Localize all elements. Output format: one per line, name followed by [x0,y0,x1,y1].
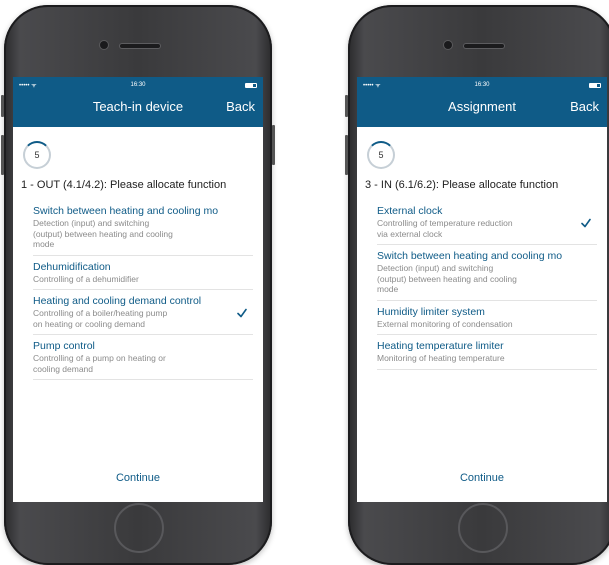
content: 5 3 - IN (6.1/6.2): Please allocate func… [357,127,607,370]
volume-button [1,135,4,175]
function-title: Switch between heating and cooling mo [377,250,563,262]
phone-right: ••••• ᯤ 16:30 Assignment Back 5 3 - IN (… [345,5,609,565]
function-description: Controlling of temperature reduction via… [377,218,513,239]
function-title: Dehumidification [33,260,111,273]
function-description: Controlling of a pump on heating or cool… [33,353,166,374]
earpiece-speaker [464,44,504,48]
status-time: 16:30 [130,82,146,88]
function-title: Switch between heating and cooling mo [33,205,219,217]
earpiece-speaker [120,44,160,48]
list-item[interactable]: Dehumidification Controlling of a dehumi… [33,256,253,290]
check-icon [581,218,591,228]
list-item[interactable]: Pump control Controlling of a pump on he… [33,335,253,380]
list-item[interactable]: Switch between heating and cooling mo De… [33,200,253,256]
volume-button [345,135,348,175]
function-description: External monitoring of condensation [377,318,513,329]
allocation-prompt: 3 - IN (6.1/6.2): Please allocate functi… [365,179,559,191]
front-camera [100,41,108,49]
battery-icon [245,83,257,88]
check-icon [237,308,247,318]
status-time: 16:30 [474,82,490,88]
battery-icon [589,83,601,88]
step-progress-indicator: 5 [23,141,51,169]
home-button [114,503,164,553]
function-title: External clock [377,205,443,217]
list-item[interactable]: External clock Controlling of temperatur… [377,200,597,245]
list-item[interactable]: Heating temperature limiter Monitoring o… [377,335,597,370]
function-title: Pump control [33,340,95,352]
back-button[interactable]: Back [570,99,599,114]
front-camera [444,41,452,49]
phone-left: ••••• ᯤ 16:30 Teach-in device Back 5 1 -… [1,5,275,565]
nav-bar: ••••• ᯤ 16:30 Assignment Back [357,77,607,127]
function-title: Heating temperature limiter [377,340,504,352]
nav-bar: ••••• ᯤ 16:30 Teach-in device Back [13,77,263,127]
back-button[interactable]: Back [226,99,255,114]
status-bar: ••••• ᯤ 16:30 [19,81,257,91]
list-item[interactable]: Humidity limiter system External monitor… [377,301,597,335]
step-progress-indicator: 5 [367,141,395,169]
list-item[interactable]: Heating and cooling demand control Contr… [33,290,253,335]
content: 5 1 - OUT (4.1/4.2): Please allocate fun… [13,127,263,380]
function-list: Switch between heating and cooling mo De… [33,200,253,380]
phone-screen: ••••• ᯤ 16:30 Assignment Back 5 3 - IN (… [357,77,607,502]
function-description: Controlling of a boiler/heating pump on … [33,308,168,329]
continue-button[interactable]: Continue [357,472,607,484]
allocation-prompt: 1 - OUT (4.1/4.2): Please allocate funct… [21,179,227,191]
phone-screen: ••••• ᯤ 16:30 Teach-in device Back 5 1 -… [13,77,263,502]
function-description: Monitoring of heating temperature [377,353,505,363]
mute-switch [345,95,348,117]
function-description: Controlling of a dehumidifier [33,273,139,284]
home-button [458,503,508,553]
power-button [272,125,275,165]
function-list: External clock Controlling of temperatur… [377,200,597,370]
function-description: Detection (input) and switching (output)… [377,263,517,294]
function-title: Humidity limiter system [377,305,485,318]
status-bar: ••••• ᯤ 16:30 [363,81,601,91]
function-description: Detection (input) and switching (output)… [33,218,173,249]
continue-button[interactable]: Continue [13,472,263,484]
mute-switch [1,95,4,117]
list-item[interactable]: Switch between heating and cooling mo De… [377,245,597,301]
function-title: Heating and cooling demand control [33,295,202,307]
